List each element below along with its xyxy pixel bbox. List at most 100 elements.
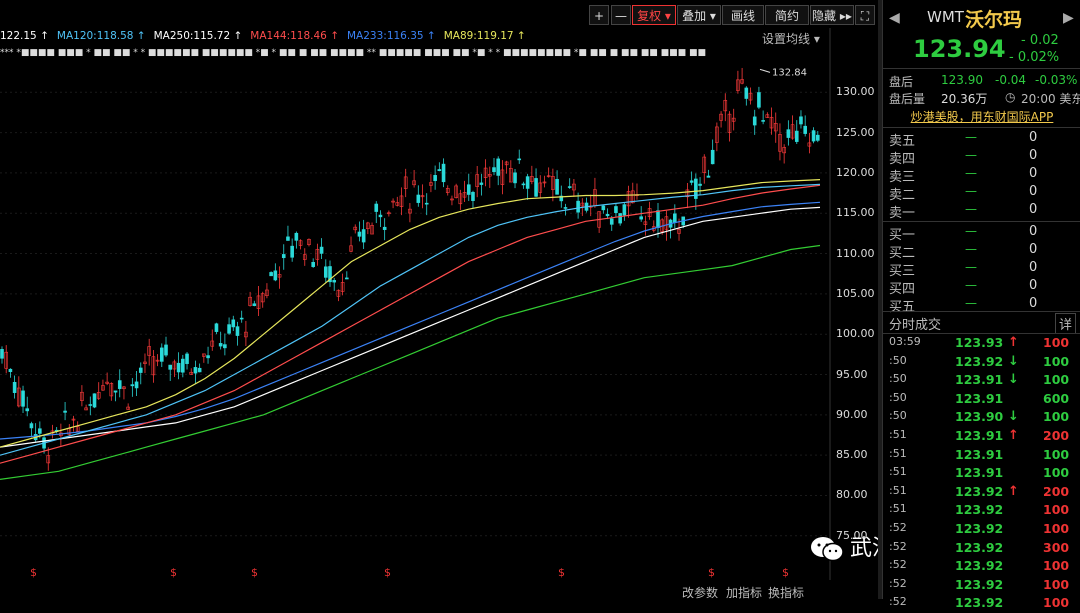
kline-chart-area[interactable]: 132.84 + — 复权 ▾ 叠加 ▾ 画线 简约 隐藏 ▸▸ ⛶ 122.1… <box>0 0 880 599</box>
overlay-button[interactable]: 叠加 ▾ <box>677 5 721 25</box>
trade-price: 123.92 <box>955 558 1004 574</box>
candle-body <box>311 262 315 267</box>
trade-direction-icon: ↓ <box>1008 353 1019 369</box>
candle-body <box>513 172 517 184</box>
candle-body <box>193 367 198 374</box>
trade-price: 123.91 <box>955 372 1004 388</box>
candle-body <box>803 125 807 134</box>
candle-body <box>63 410 67 413</box>
candle-body <box>416 194 421 203</box>
trade-volume: 100 <box>1043 409 1070 425</box>
candle-body <box>525 176 530 189</box>
dividend-mark-3[interactable]: $ <box>251 566 258 579</box>
y-tick-label: 120.00 <box>836 165 875 179</box>
candle-body <box>492 167 496 173</box>
ask-1-price: — <box>965 202 977 216</box>
set-ma-button[interactable]: 设置均线 ▾ <box>762 30 820 47</box>
trade-price: 123.92 <box>955 502 1004 518</box>
candle-body <box>0 349 4 359</box>
bid-3-volume: 0 <box>1029 260 1038 275</box>
fullscreen-button[interactable]: ⛶ <box>855 5 875 25</box>
candle-body <box>239 317 244 320</box>
candle-body <box>622 204 627 216</box>
candle-body <box>273 270 278 281</box>
stock-name: 沃尔玛 <box>965 9 1023 31</box>
zoom-in-button[interactable]: + <box>589 5 609 25</box>
y-tick-label: 100.00 <box>836 327 875 341</box>
ask-3-price: — <box>965 166 977 180</box>
trade-direction-icon: ↑ <box>1008 428 1019 443</box>
candle-body <box>113 390 118 393</box>
prev-stock-icon[interactable]: ◀ <box>889 10 900 26</box>
candle-body <box>424 202 429 205</box>
candle-body <box>433 175 437 181</box>
ma-legend-item: MA120:118.58 ↑ <box>56 30 146 42</box>
hide-button[interactable]: 隐藏 ▸▸ <box>810 5 854 25</box>
ask-4-label: 卖四 <box>889 152 916 167</box>
dividend-mark-1[interactable]: $ <box>30 566 37 579</box>
news-markers[interactable]: *** *■■■■ ■■■ * ■■ ■■ * * ■■■■■■ ■■■■■■ … <box>0 48 706 58</box>
bid-3-price: — <box>965 260 977 274</box>
ask-3-volume: 0 <box>1029 166 1038 181</box>
candle-body <box>286 236 290 241</box>
bid-5-volume: 0 <box>1029 296 1038 311</box>
candle-body <box>761 120 765 122</box>
trade-price: 123.92 <box>955 539 1004 555</box>
price-chart[interactable]: 132.84 <box>0 0 880 599</box>
ad-link[interactable]: 炒港美股，用东财国际APP <box>883 108 1080 125</box>
trade-volume: 100 <box>1043 353 1070 369</box>
next-stock-icon[interactable]: ▶ <box>1063 10 1074 26</box>
y-tick-label: 125.00 <box>836 125 875 139</box>
candle-body <box>374 203 379 212</box>
draw-line-button[interactable]: 画线 <box>722 5 764 25</box>
after-pct: -0.03% <box>1035 73 1078 87</box>
swap-indicator-button[interactable]: 换指标 <box>768 584 804 599</box>
ask-2-price: — <box>965 184 977 198</box>
trade-time: 03:59 <box>889 335 921 348</box>
add-indicator-button[interactable]: 加指标 <box>726 584 762 599</box>
dividend-mark-7[interactable]: $ <box>782 566 789 579</box>
candle-body <box>206 355 210 359</box>
candle-body <box>534 178 538 197</box>
trade-time: :50 <box>889 372 907 386</box>
candle-body <box>437 169 442 172</box>
trades-detail-button[interactable]: 详 <box>1055 313 1077 334</box>
ma-line <box>0 201 821 440</box>
dividend-mark-2[interactable]: $ <box>170 566 177 579</box>
divider <box>883 311 1080 312</box>
trade-row: :52 123.92 100 <box>883 558 1080 576</box>
candle-body <box>21 390 25 407</box>
wechat-icon <box>811 537 844 562</box>
candle-body <box>323 266 328 278</box>
dividend-mark-5[interactable]: $ <box>558 566 565 579</box>
candle-body <box>698 183 702 186</box>
simple-button[interactable]: 简约 <box>765 5 809 25</box>
candle-body <box>345 277 349 280</box>
candle-body <box>252 303 257 306</box>
trade-volume: 100 <box>1043 446 1070 462</box>
bid-1-price: — <box>965 224 977 238</box>
dividend-mark-6[interactable]: $ <box>708 566 715 579</box>
zoom-out-button[interactable]: — <box>611 5 631 25</box>
divider <box>883 333 1080 334</box>
candle-body <box>466 184 471 195</box>
candle-body <box>269 272 273 277</box>
ask-1-label: 卖一 <box>889 206 916 221</box>
ma-legend-item: MA89:119.17 ↑ <box>443 30 526 42</box>
trade-direction-icon: ↓ <box>1008 372 1019 388</box>
ma-legend-item: 122.15 ↑ <box>0 30 49 42</box>
trade-price: 123.91 <box>955 465 1004 481</box>
candle-body <box>471 191 475 201</box>
candle-body <box>710 149 715 165</box>
y-tick-label: 95.00 <box>836 367 868 381</box>
trade-time: :52 <box>889 521 907 534</box>
change-param-button[interactable]: 改参数 <box>682 584 718 599</box>
dividend-mark-4[interactable]: $ <box>384 566 391 579</box>
trade-time: :51 <box>889 465 907 479</box>
trade-row: :51 123.91 100 <box>883 447 1080 465</box>
trade-price: 123.91 <box>955 428 1004 443</box>
fuquan-button[interactable]: 复权 ▾ <box>632 5 676 25</box>
trade-row: :50 123.92 ↓ 100 <box>883 354 1080 372</box>
trade-price: 123.92 <box>955 521 1004 536</box>
trade-volume: 100 <box>1043 576 1070 592</box>
